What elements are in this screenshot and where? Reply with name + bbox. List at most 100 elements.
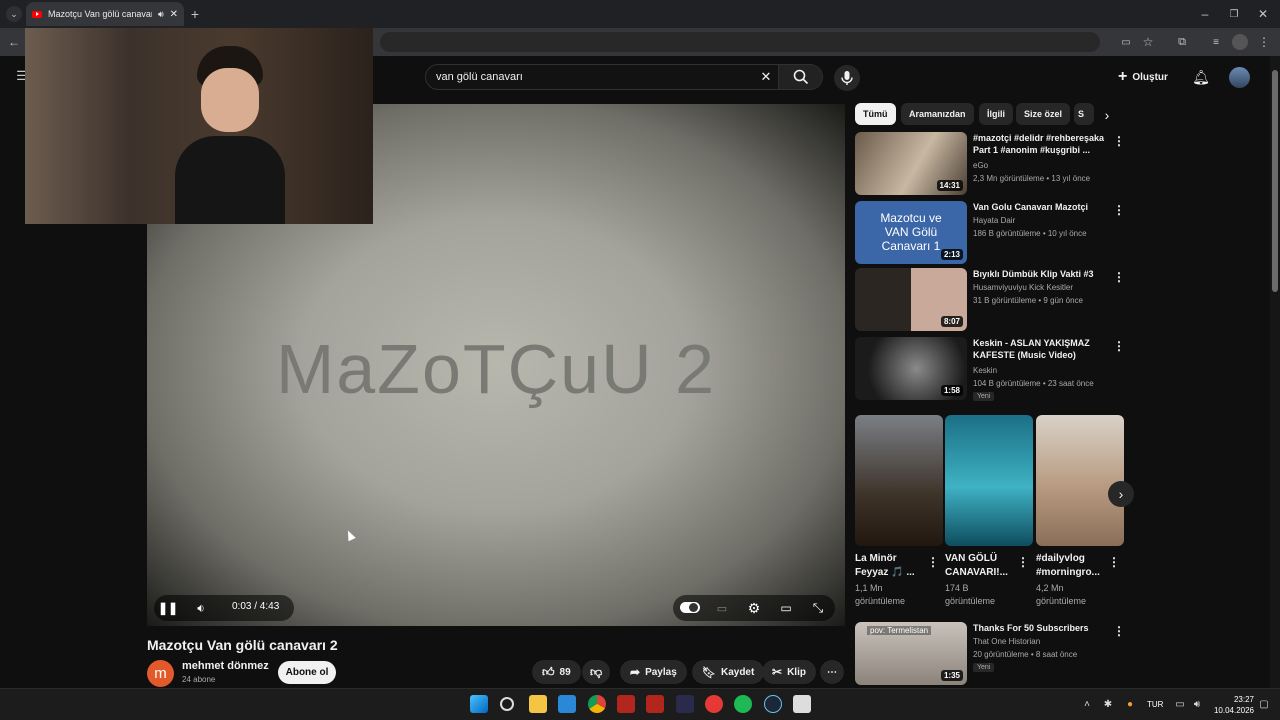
rec-title[interactable]: Van Golu Canavarı Mazotçi (973, 201, 1108, 213)
new-tab-button[interactable]: + (186, 5, 204, 23)
short-item[interactable]: VAN GÖLÜ CANAVARI!... 174 B görüntüleme … (945, 415, 1033, 608)
recommendation-item[interactable]: 8:07 Bıyıklı Dümbük Klip Vakti #3 Husamv… (855, 268, 1135, 332)
rec-more-icon[interactable]: ⋮ (1113, 134, 1125, 148)
rec-channel[interactable]: That One Historian (973, 637, 1040, 646)
tab-close-icon[interactable]: ✕ (170, 9, 178, 20)
notifications-bell-icon[interactable]: 🔔︎ (1192, 68, 1210, 86)
clip-button[interactable]: ✂ Klip (762, 660, 816, 684)
chips-next-arrow-icon[interactable]: › (1098, 106, 1116, 124)
more-actions-button[interactable]: ⋯ (820, 660, 844, 684)
rec-more-icon[interactable]: ⋮ (1113, 270, 1125, 284)
file-explorer-icon[interactable] (529, 695, 547, 713)
clear-search-icon[interactable]: ✕ (758, 69, 774, 85)
chip-related[interactable]: İlgili (979, 103, 1013, 125)
rec-more-icon[interactable]: ⋮ (1113, 203, 1125, 217)
scrollbar-thumb[interactable] (1272, 70, 1278, 292)
back-icon[interactable]: ← (6, 34, 22, 50)
video-thumbnail[interactable]: 8:07 (855, 268, 967, 331)
rec-channel[interactable]: Hayata Dair (973, 216, 1015, 225)
short-title[interactable]: La Minör Feyyaz 🎵 ... (855, 552, 927, 580)
recommendation-item[interactable]: Mazotcu ve VAN Gölü Canavarı 1 2:13 Van … (855, 201, 1135, 265)
notifications-tray-icon[interactable]: ▢ (1257, 697, 1271, 711)
share-button[interactable]: ➦ Paylaş (620, 660, 687, 684)
restore-icon[interactable]: ❐ (1225, 5, 1243, 23)
close-window-icon[interactable]: ✕ (1254, 5, 1272, 23)
rec-title[interactable]: Keskin - ASLAN YAKIŞMAZ KAFESTE (Music V… (973, 337, 1108, 361)
document-app-icon[interactable] (793, 695, 811, 713)
search-input[interactable]: van gölü canavarı (436, 71, 523, 83)
short-item[interactable]: #dailyvlog #morningro... 4,2 Mn görüntül… (1036, 415, 1124, 608)
language-indicator[interactable]: TUR (1147, 700, 1163, 709)
spotify-icon[interactable] (734, 695, 752, 713)
volume-tray-icon[interactable]: 🔊︎ (1190, 697, 1204, 711)
network-icon[interactable]: ▭ (1173, 697, 1187, 711)
profile-icon[interactable] (1232, 34, 1248, 50)
rec-channel[interactable]: eGo (973, 161, 988, 170)
short-thumbnail[interactable] (945, 415, 1033, 546)
video-thumbnail[interactable]: 1:58 (855, 337, 967, 400)
rec-title[interactable]: Thanks For 50 Subscribers (973, 622, 1108, 634)
rec-title[interactable]: Bıyıklı Dümbük Klip Vakti #3 (973, 268, 1108, 280)
search-icon[interactable] (500, 697, 514, 711)
channel-name[interactable]: mehmet dönmez (182, 660, 269, 672)
music-app-icon[interactable] (705, 695, 723, 713)
pause-icon[interactable]: ❚❚ (158, 599, 178, 617)
search-box[interactable]: van gölü canavarı ✕ (425, 64, 823, 90)
cast-icon[interactable]: ▭ (1118, 34, 1134, 50)
chip-for-you[interactable]: Size özel (1016, 103, 1071, 125)
mic-tray-icon[interactable]: ● (1123, 697, 1137, 711)
tray-chevron-icon[interactable]: ˄ (1080, 697, 1094, 711)
volume-icon[interactable]: 🔉︎ (192, 599, 210, 617)
speaker-icon[interactable]: 🔊︎ (158, 9, 164, 20)
short-thumbnail[interactable] (1036, 415, 1124, 546)
rec-more-icon[interactable]: ⋮ (1113, 339, 1125, 353)
address-bar[interactable] (380, 32, 1100, 52)
start-menu-icon[interactable] (470, 695, 488, 713)
fullscreen-icon[interactable]: ⤡ (809, 599, 827, 617)
tab-search-icon[interactable]: ⌄ (6, 6, 22, 22)
minimize-icon[interactable]: – (1196, 5, 1214, 23)
photos-icon[interactable] (558, 695, 576, 713)
create-button[interactable]: + Oluştur (1118, 67, 1168, 87)
channel-avatar[interactable]: m (147, 660, 174, 687)
steam-icon[interactable] (764, 695, 782, 713)
short-title[interactable]: #dailyvlog #morningro... (1036, 552, 1108, 580)
short-more-icon[interactable]: ⋮ (927, 555, 939, 569)
chrome-icon[interactable] (588, 695, 606, 713)
media-controls-icon[interactable]: ≡ (1208, 34, 1224, 50)
save-button[interactable]: 🔖︎ Kaydet (692, 660, 765, 684)
bluetooth-icon[interactable]: ✱ (1101, 697, 1115, 711)
subscribe-button[interactable]: Abone ol (278, 661, 336, 684)
dislike-button[interactable]: 👎︎ (582, 660, 611, 684)
app-icon-dark[interactable] (676, 695, 694, 713)
rec-more-icon[interactable]: ⋮ (1113, 624, 1125, 638)
theater-mode-icon[interactable]: ▭ (777, 599, 795, 617)
chip-more[interactable]: S (1074, 103, 1094, 125)
chip-from-search[interactable]: Aramanızdan (901, 103, 974, 125)
short-title[interactable]: VAN GÖLÜ CANAVARI!... (945, 552, 1017, 580)
rec-channel[interactable]: Husamviyuviyu Kick Kesitler (973, 283, 1073, 292)
app-icon-red-1[interactable] (617, 695, 635, 713)
short-more-icon[interactable]: ⋮ (1017, 555, 1029, 569)
short-item[interactable]: La Minör Feyyaz 🎵 ... 1,1 Mn görüntüleme… (855, 415, 943, 608)
like-button[interactable]: 👍︎ 89 (532, 660, 581, 684)
page-scrollbar[interactable] (1270, 56, 1280, 688)
extensions-icon[interactable]: ⧉ (1174, 34, 1190, 50)
shorts-next-arrow-icon[interactable]: › (1108, 481, 1134, 507)
recommendation-item[interactable]: 14:31 #mazotçi #delidr #rehbereşaka Part… (855, 132, 1135, 196)
browser-tab[interactable]: Mazotçu Van gölü canavar 🔊︎ ✕ (26, 2, 184, 26)
subtitles-icon[interactable]: ▭ (713, 599, 731, 617)
menu-kebab-icon[interactable]: ⋮ (1258, 34, 1270, 50)
video-thumbnail[interactable]: Mazotcu ve VAN Gölü Canavarı 1 2:13 (855, 201, 967, 264)
recommendation-item[interactable]: 1:58 Keskin - ASLAN YAKIŞMAZ KAFESTE (Mu… (855, 337, 1135, 401)
settings-gear-icon[interactable]: ⚙︎ (745, 599, 763, 617)
bookmark-star-icon[interactable]: ☆ (1140, 34, 1156, 50)
voice-search-button[interactable] (834, 65, 860, 91)
system-clock[interactable]: 23:27 10.04.2026 (1208, 694, 1254, 716)
rec-title[interactable]: #mazotçi #delidr #rehbereşaka Part 1 #an… (973, 132, 1108, 156)
rec-channel[interactable]: Keskin (973, 366, 997, 375)
account-avatar[interactable] (1229, 67, 1250, 88)
video-thumbnail[interactable]: pov: Termelistan 1:35 (855, 622, 967, 685)
recommendation-item[interactable]: pov: Termelistan 1:35 Thanks For 50 Subs… (855, 622, 1135, 686)
video-thumbnail[interactable]: 14:31 (855, 132, 967, 195)
